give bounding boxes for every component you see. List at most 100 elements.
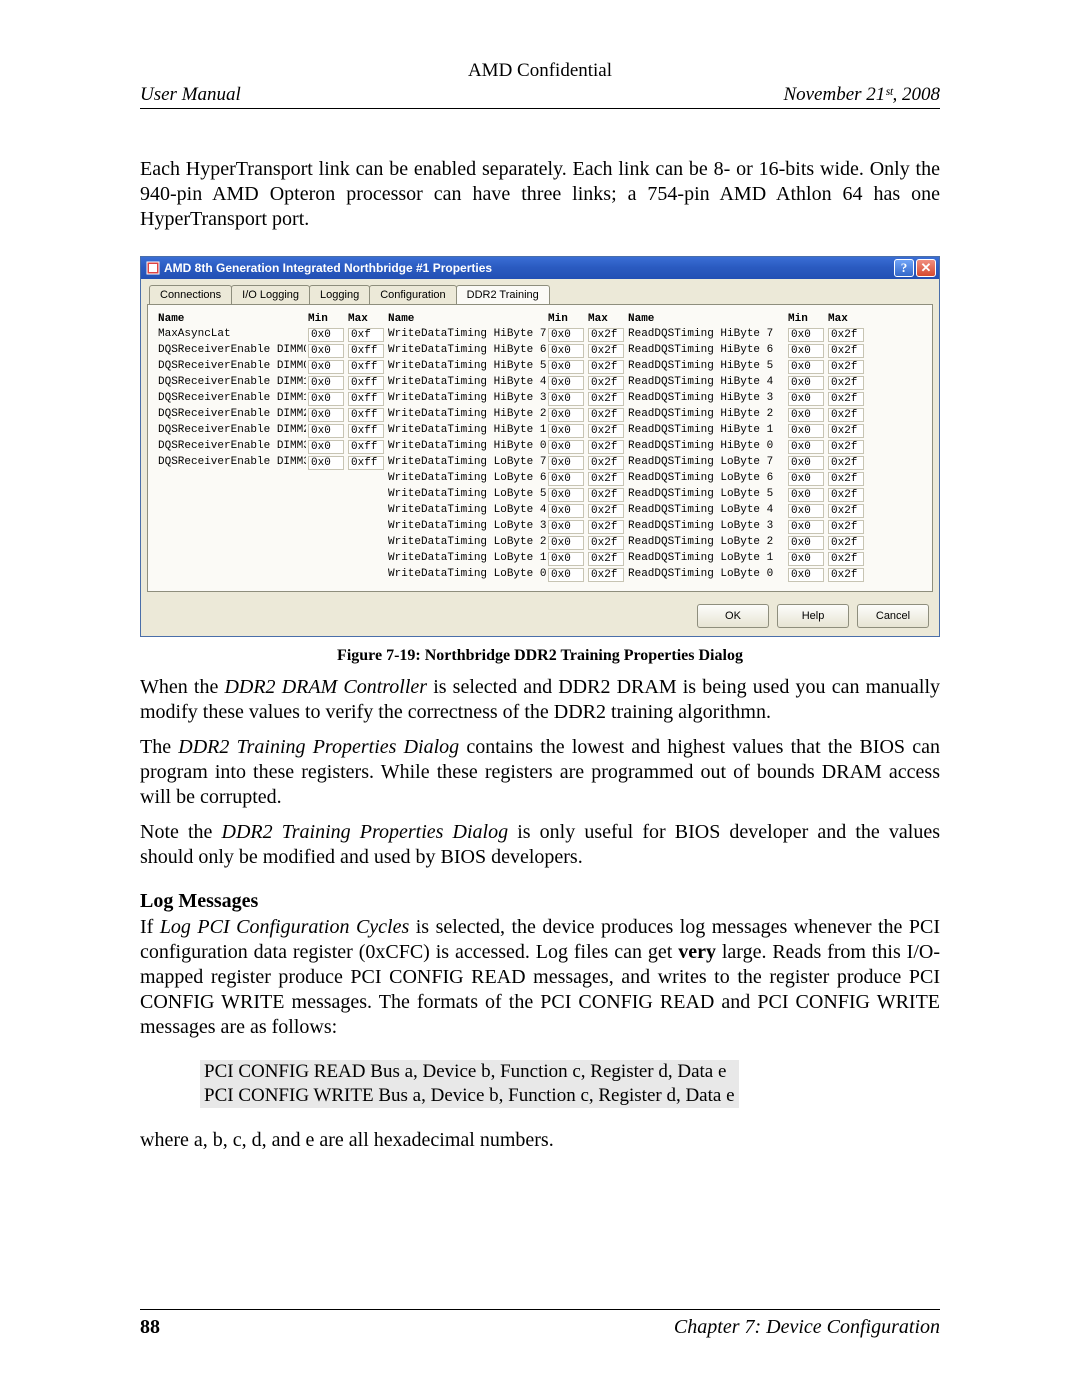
value-input[interactable]: 0x2f [588, 536, 624, 550]
tab-configuration[interactable]: Configuration [369, 285, 456, 304]
value-input[interactable]: 0x0 [788, 568, 824, 582]
empty-cell[interactable] [346, 471, 386, 487]
value-input[interactable]: 0xff [348, 392, 384, 406]
ok-button[interactable]: OK [697, 604, 769, 628]
value-input[interactable]: 0x2f [828, 376, 864, 390]
value-input[interactable]: 0x2f [828, 568, 864, 582]
value-input[interactable]: 0x2f [588, 472, 624, 486]
value-input[interactable]: 0x0 [548, 376, 584, 390]
value-input[interactable]: 0x2f [588, 360, 624, 374]
value-input[interactable]: 0x0 [308, 440, 344, 454]
value-input[interactable]: 0x2f [828, 360, 864, 374]
value-input[interactable]: 0x2f [588, 568, 624, 582]
empty-cell[interactable] [346, 503, 386, 519]
value-input[interactable]: 0x0 [548, 408, 584, 422]
value-input[interactable]: 0x2f [588, 392, 624, 406]
empty-cell[interactable] [306, 487, 346, 503]
empty-cell[interactable] [346, 567, 386, 583]
tab-i-o-logging[interactable]: I/O Logging [231, 285, 310, 304]
value-input[interactable]: 0x2f [828, 472, 864, 486]
empty-cell[interactable] [306, 535, 346, 551]
value-input[interactable]: 0x2f [588, 440, 624, 454]
value-input[interactable]: 0x0 [548, 344, 584, 358]
value-input[interactable]: 0x0 [788, 488, 824, 502]
value-input[interactable]: 0x0 [548, 424, 584, 438]
value-input[interactable]: 0x2f [828, 392, 864, 406]
tab-connections[interactable]: Connections [149, 285, 232, 304]
value-input[interactable]: 0x0 [548, 360, 584, 374]
value-input[interactable]: 0x0 [548, 392, 584, 406]
value-input[interactable]: 0x0 [548, 488, 584, 502]
value-input[interactable]: 0xff [348, 344, 384, 358]
value-input[interactable]: 0x2f [828, 552, 864, 566]
close-button[interactable]: ✕ [916, 259, 936, 277]
value-input[interactable]: 0x2f [828, 424, 864, 438]
value-input[interactable]: 0xff [348, 456, 384, 470]
value-input[interactable]: 0x0 [788, 344, 824, 358]
value-input[interactable]: 0x0 [788, 504, 824, 518]
value-input[interactable]: 0xf [348, 328, 384, 342]
value-input[interactable]: 0x0 [548, 568, 584, 582]
titlebar[interactable]: AMD 8th Generation Integrated Northbridg… [141, 257, 939, 279]
value-input[interactable]: 0x0 [548, 552, 584, 566]
empty-cell[interactable] [306, 519, 346, 535]
value-input[interactable]: 0x0 [788, 392, 824, 406]
tab-ddr2-training[interactable]: DDR2 Training [456, 285, 550, 304]
value-input[interactable]: 0x2f [828, 440, 864, 454]
value-input[interactable]: 0x0 [788, 360, 824, 374]
value-input[interactable]: 0x0 [788, 536, 824, 550]
value-input[interactable]: 0x0 [788, 552, 824, 566]
empty-cell[interactable] [306, 471, 346, 487]
value-input[interactable]: 0xff [348, 424, 384, 438]
empty-cell[interactable] [346, 551, 386, 567]
value-input[interactable]: 0x2f [828, 456, 864, 470]
value-input[interactable]: 0x0 [788, 440, 824, 454]
value-input[interactable]: 0x2f [588, 456, 624, 470]
value-input[interactable]: 0x0 [548, 328, 584, 342]
value-input[interactable]: 0x0 [548, 440, 584, 454]
value-input[interactable]: 0x0 [308, 344, 344, 358]
value-input[interactable]: 0x2f [828, 328, 864, 342]
value-input[interactable]: 0x0 [788, 456, 824, 470]
empty-cell[interactable] [306, 567, 346, 583]
value-input[interactable]: 0x2f [828, 504, 864, 518]
value-input[interactable]: 0x0 [308, 360, 344, 374]
value-input[interactable]: 0x2f [588, 424, 624, 438]
value-input[interactable]: 0xff [348, 408, 384, 422]
value-input[interactable]: 0x0 [788, 424, 824, 438]
value-input[interactable]: 0xff [348, 376, 384, 390]
value-input[interactable]: 0x0 [788, 472, 824, 486]
help-button-titlebar[interactable]: ? [894, 259, 914, 277]
value-input[interactable]: 0x0 [308, 376, 344, 390]
value-input[interactable]: 0x0 [548, 504, 584, 518]
value-input[interactable]: 0xff [348, 360, 384, 374]
value-input[interactable]: 0x2f [588, 376, 624, 390]
value-input[interactable]: 0x2f [588, 408, 624, 422]
value-input[interactable]: 0x0 [788, 328, 824, 342]
empty-cell[interactable] [346, 519, 386, 535]
empty-cell[interactable] [306, 551, 346, 567]
value-input[interactable]: 0x2f [828, 536, 864, 550]
empty-cell[interactable] [346, 487, 386, 503]
value-input[interactable]: 0x0 [788, 520, 824, 534]
value-input[interactable]: 0x2f [588, 552, 624, 566]
value-input[interactable]: 0x0 [308, 456, 344, 470]
value-input[interactable]: 0x0 [548, 536, 584, 550]
value-input[interactable]: 0x0 [308, 424, 344, 438]
value-input[interactable]: 0x2f [588, 520, 624, 534]
value-input[interactable]: 0x0 [548, 520, 584, 534]
value-input[interactable]: 0x0 [788, 408, 824, 422]
value-input[interactable]: 0x2f [588, 504, 624, 518]
value-input[interactable]: 0x2f [828, 344, 864, 358]
value-input[interactable]: 0x0 [548, 456, 584, 470]
value-input[interactable]: 0x2f [588, 344, 624, 358]
value-input[interactable]: 0x0 [308, 328, 344, 342]
value-input[interactable]: 0xff [348, 440, 384, 454]
value-input[interactable]: 0x2f [828, 520, 864, 534]
value-input[interactable]: 0x0 [308, 392, 344, 406]
value-input[interactable]: 0x2f [588, 328, 624, 342]
value-input[interactable]: 0x0 [548, 472, 584, 486]
cancel-button[interactable]: Cancel [857, 604, 929, 628]
value-input[interactable]: 0x0 [308, 408, 344, 422]
help-button[interactable]: Help [777, 604, 849, 628]
